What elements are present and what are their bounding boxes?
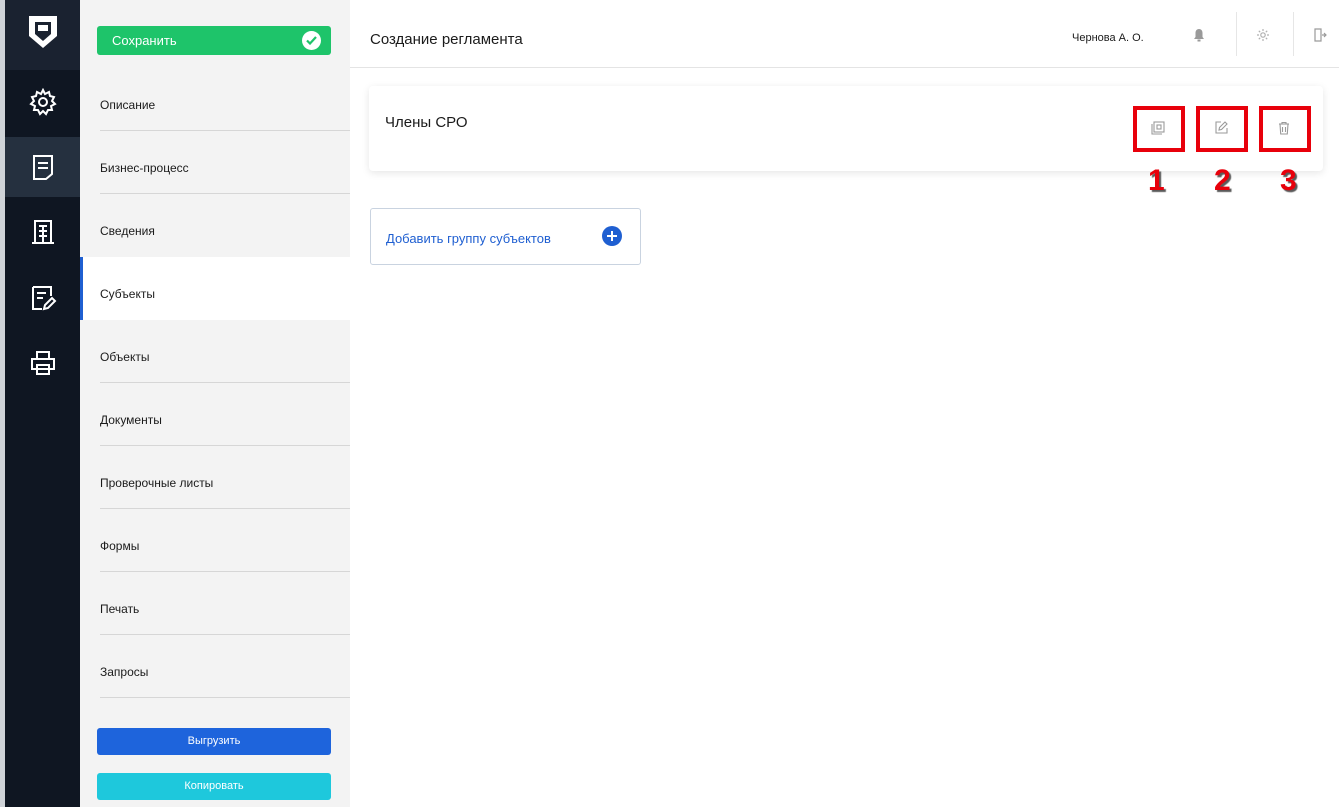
nav-item-business-process[interactable]: Бизнес-процесс [80,131,350,194]
document-icon [33,155,53,180]
topbar-divider [1293,12,1294,56]
nav-item-checklists[interactable]: Проверочные листы [80,446,350,509]
edit-form-icon [32,286,57,311]
delete-group-button[interactable] [1259,106,1311,152]
check-circle-icon [302,31,321,50]
nav-item-label: Печать [100,602,140,616]
topbar-divider [1236,12,1237,56]
nav-item-label: Запросы [100,665,149,679]
rail-documents[interactable] [5,137,80,197]
edit-group-button[interactable] [1196,106,1248,152]
rail-organizations[interactable] [5,202,80,262]
add-subject-group-button[interactable]: Добавить группу субъектов [370,208,641,265]
export-button-label: Выгрузить [187,735,241,747]
logout-icon[interactable] [1313,28,1327,42]
user-name[interactable]: Чернова А. О. [1072,32,1144,44]
nav-item-subjects[interactable]: Субъекты [80,257,350,320]
annotation-marker-1: 1 [1148,164,1165,197]
rail-settings[interactable] [5,72,80,132]
printer-icon [31,351,55,375]
copy-icon [1151,121,1165,135]
save-button[interactable]: Сохранить [97,26,331,55]
building-icon [32,220,54,244]
nav-item-label: Описание [100,98,156,112]
nav-divider [100,697,350,698]
nav-item-label: Проверочные листы [100,476,214,490]
nav-item-objects[interactable]: Объекты [80,320,350,383]
nav-item-requests[interactable]: Запросы [80,635,350,698]
nav-item-documents[interactable]: Документы [80,383,350,446]
card-title: Члены СРО [385,114,468,131]
nav-item-label: Сведения [100,224,155,238]
copy-button-label: Копировать [184,780,244,792]
annotation-marker-3: 3 [1280,164,1297,197]
active-indicator [80,257,83,320]
page-title: Создание регламента [370,31,523,48]
edit-icon [1215,121,1228,134]
nav-item-label: Формы [100,539,140,553]
copy-group-button[interactable] [1133,106,1185,152]
trash-icon [1279,121,1289,135]
top-bar: Создание регламента Чернова А. О. [350,0,1339,68]
annotation-marker-2: 2 [1214,164,1231,197]
copy-button[interactable]: Копировать [97,773,331,800]
add-subject-group-label: Добавить группу субъектов [386,231,551,246]
app-logo[interactable] [5,0,80,70]
logo-shield-icon [29,16,57,48]
export-button[interactable]: Выгрузить [97,728,331,755]
nav-item-print[interactable]: Печать [80,572,350,635]
bell-icon[interactable] [1193,28,1205,42]
nav-item-info[interactable]: Сведения [80,194,350,257]
save-button-label: Сохранить [112,33,177,48]
nav-item-label: Субъекты [100,287,155,301]
plus-circle-icon [602,226,622,246]
nav-item-label: Бизнес-процесс [100,161,189,175]
rail-print[interactable] [5,333,80,393]
gear-icon [29,88,57,116]
nav-item-forms[interactable]: Формы [80,509,350,572]
settings-icon[interactable] [1256,28,1270,42]
nav-item-label: Документы [100,413,162,427]
nav-item-description[interactable]: Описание [80,68,350,131]
rail-forms[interactable] [5,268,80,328]
nav-item-label: Объекты [100,350,150,364]
